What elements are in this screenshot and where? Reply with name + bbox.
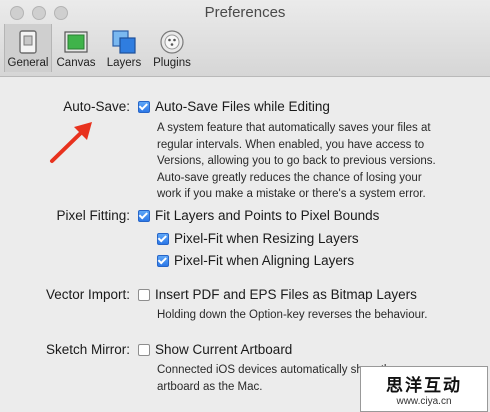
sketch-mirror-checkbox-option[interactable]: Show Current Artboard: [138, 342, 292, 357]
tab-plugins-label: Plugins: [153, 57, 191, 69]
watermark-text: 思洋互动: [386, 376, 462, 395]
title-bar: Preferences General Canvas Layers Plugin…: [0, 0, 490, 77]
pixel-fitting-checkbox-option[interactable]: Fit Layers and Points to Pixel Bounds: [138, 208, 379, 223]
autosave-description-line: Versions, allowing you to go back to pre…: [157, 155, 436, 167]
vector-import-checkbox-option[interactable]: Insert PDF and EPS Files as Bitmap Layer…: [138, 287, 417, 302]
pixel-fit-aligning-option[interactable]: Pixel-Fit when Aligning Layers: [157, 253, 354, 268]
window-title: Preferences: [204, 4, 286, 21]
autosave-label: Auto-Save:: [63, 99, 130, 114]
pixel-fit-resizing-label: Pixel-Fit when Resizing Layers: [174, 231, 359, 246]
layers-icon: [112, 30, 136, 54]
preferences-toolbar: General Canvas Layers Plugins: [4, 24, 196, 72]
tab-layers[interactable]: Layers: [100, 24, 148, 72]
watermark-badge: 思洋互动 www.ciya.cn: [360, 366, 488, 412]
pixel-fit-resizing-option[interactable]: Pixel-Fit when Resizing Layers: [157, 231, 359, 246]
autosave-description-line: A system feature that automatically save…: [157, 122, 431, 134]
tab-general-label: General: [7, 57, 49, 69]
autosave-checkbox-option[interactable]: Auto-Save Files while Editing: [138, 99, 330, 114]
general-panel-icon: [19, 30, 37, 54]
pixel-fitting-checkbox[interactable]: [138, 209, 150, 222]
autosave-description: A system feature that automatically save…: [157, 120, 436, 203]
tab-canvas-label: Canvas: [56, 57, 96, 69]
sketch-mirror-label: Sketch Mirror:: [45, 342, 130, 357]
preferences-window: Preferences General Canvas Layers Plugin…: [0, 0, 490, 412]
pixel-fitting-label: Pixel Fitting:: [56, 208, 130, 223]
tab-general[interactable]: General: [4, 24, 52, 72]
autosave-option-label: Auto-Save Files while Editing: [155, 99, 330, 114]
pixel-fit-aligning-label: Pixel-Fit when Aligning Layers: [174, 253, 355, 268]
watermark-url: www.ciya.cn: [396, 396, 452, 407]
autosave-description-line: work if you make a mistake or there's a …: [157, 188, 426, 200]
autosave-checkbox[interactable]: [138, 100, 150, 113]
vector-import-description: Holding down the Option-key reverses the…: [157, 309, 428, 321]
autosave-description-line: regular intervals. When enabled, you hav…: [157, 138, 425, 151]
canvas-icon: [64, 31, 88, 53]
tab-plugins[interactable]: Plugins: [148, 24, 196, 72]
vector-import-label: Vector Import:: [45, 287, 130, 302]
pixel-fitting-option-label: Fit Layers and Points to Pixel Bounds: [155, 208, 380, 223]
tab-canvas[interactable]: Canvas: [52, 24, 100, 72]
sketch-mirror-option-label: Show Current Artboard: [155, 342, 293, 357]
red-arrow-icon: [50, 122, 92, 163]
autosave-description-line: Auto-save greatly reduces the chance of …: [157, 171, 422, 184]
pixel-fit-aligning-checkbox[interactable]: [157, 254, 169, 267]
vector-import-checkbox[interactable]: [138, 288, 150, 301]
pixel-fit-resizing-checkbox[interactable]: [157, 232, 169, 245]
plugins-icon: [160, 30, 184, 54]
sketch-mirror-checkbox[interactable]: [138, 343, 150, 356]
vector-import-option-label: Insert PDF and EPS Files as Bitmap Layer…: [155, 287, 417, 302]
tab-layers-label: Layers: [106, 57, 142, 69]
